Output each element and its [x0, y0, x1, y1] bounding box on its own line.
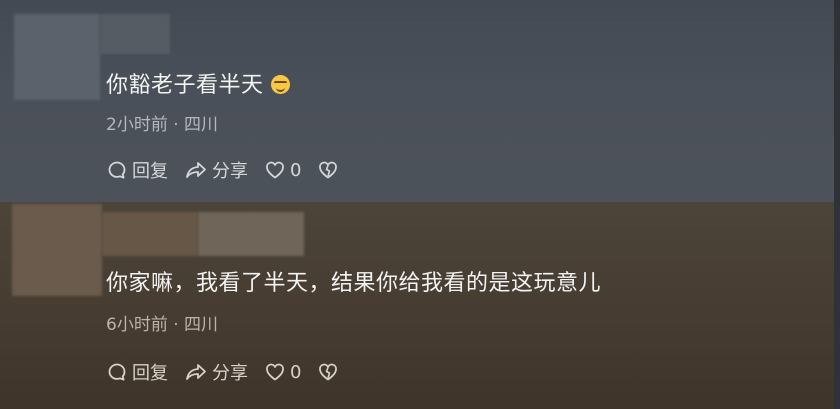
share-label: 分享: [212, 161, 248, 182]
avatar[interactable]: [12, 204, 102, 296]
reply-button[interactable]: 回复: [106, 359, 168, 385]
like-count: 0: [290, 159, 302, 181]
comment-text: 你家嘛，我看了半天，结果你给我看的是这玩意儿: [106, 271, 602, 296]
like-button[interactable]: 0: [264, 159, 301, 181]
comment-actions: 回复 分享 0: [106, 359, 355, 385]
comment-text: 你豁老子看半天: [106, 72, 290, 100]
reply-icon: [106, 159, 128, 181]
dislike-button[interactable]: [317, 159, 339, 181]
broken-heart-icon: [317, 361, 339, 383]
share-label: 分享: [212, 363, 248, 384]
comment-meta: 2小时前 · 四川: [106, 115, 219, 135]
username[interactable]: [100, 14, 170, 54]
avatar[interactable]: [14, 14, 100, 100]
comment-actions: 回复 分享 0: [106, 157, 355, 183]
comment-text-content: 你豁老子看半天: [106, 73, 264, 98]
reply-label: 回复: [132, 363, 168, 384]
share-icon: [184, 159, 208, 181]
heart-icon: [264, 361, 286, 383]
broken-heart-icon: [317, 159, 339, 181]
share-button[interactable]: 分享: [184, 157, 248, 183]
grinning-face-emoji-icon: [270, 75, 290, 94]
heart-icon: [264, 159, 286, 181]
like-count: 0: [290, 361, 302, 383]
username[interactable]: [102, 212, 198, 256]
share-icon: [184, 361, 208, 383]
comment-meta: 6小时前 · 四川: [106, 315, 219, 335]
like-button[interactable]: 0: [264, 361, 301, 383]
username-extra: [198, 212, 304, 256]
dislike-button[interactable]: [317, 361, 339, 383]
share-button[interactable]: 分享: [184, 359, 248, 385]
reply-button[interactable]: 回复: [106, 157, 168, 183]
reply-label: 回复: [132, 161, 168, 182]
scroll-edge: [834, 0, 840, 409]
reply-icon: [106, 361, 128, 383]
comment-card-1: 你豁老子看半天 2小时前 · 四川 回复 分享 0: [0, 0, 840, 202]
